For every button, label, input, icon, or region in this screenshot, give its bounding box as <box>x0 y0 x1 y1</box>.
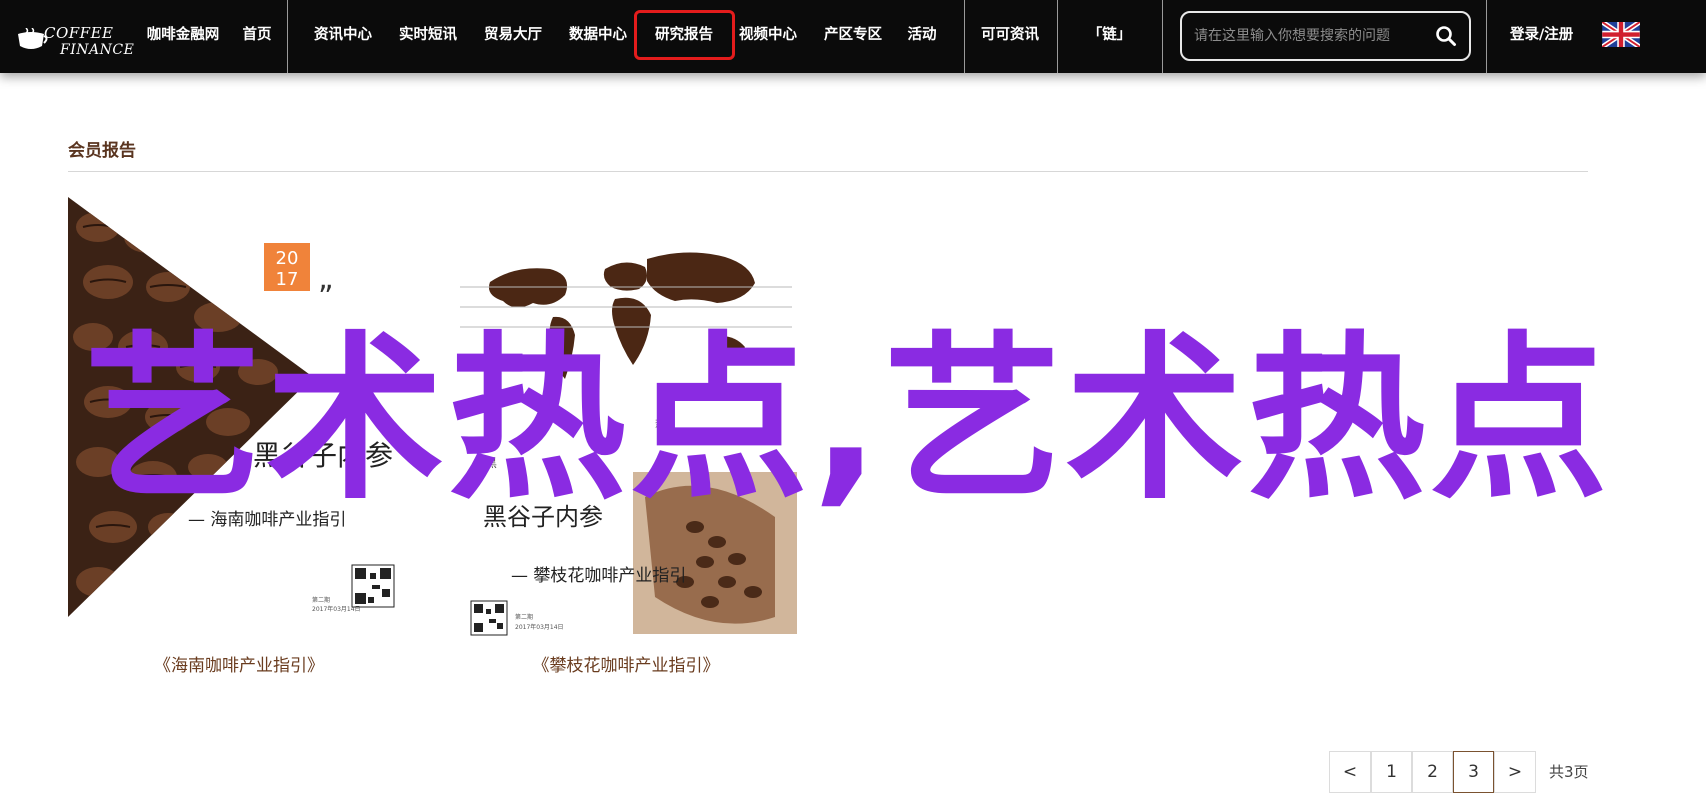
nav-item-trade-hall[interactable]: 贸易大厅 <box>481 0 545 73</box>
nav-item-events[interactable]: 活动 <box>905 0 939 73</box>
year-bottom: 17 <box>276 269 299 290</box>
search-icon[interactable] <box>1435 25 1457 47</box>
pagination-page-2[interactable]: 2 <box>1412 751 1453 793</box>
nav-item-coffee-finance[interactable]: 咖啡金融网 <box>144 0 222 73</box>
pagination-next-button[interactable]: > <box>1494 751 1536 793</box>
nav-item-research-reports[interactable]: 研究报告 <box>652 0 716 73</box>
cover-issue: 第二期 <box>312 596 330 604</box>
coffee-finance-logo[interactable]: COFFEE FINANCE <box>12 6 134 64</box>
nav-divider <box>1057 0 1058 73</box>
qr-code-icon <box>470 600 508 636</box>
overlay-watermark-text: 艺术热点,艺术热点 <box>84 316 1612 523</box>
nav-divider <box>964 0 965 73</box>
nav-item-data-center[interactable]: 数据中心 <box>566 0 630 73</box>
report-caption[interactable]: 《海南咖啡产业指引》 <box>68 651 410 676</box>
pagination-total: 共3页 <box>1549 763 1589 781</box>
coffee-cup-icon <box>18 28 48 49</box>
pagination-prev-button[interactable]: < <box>1329 751 1371 793</box>
top-navigation-bar: COFFEE FINANCE 咖啡金融网 首页 资讯中心 实时短讯 贸易大厅 数… <box>0 0 1706 73</box>
nav-divider <box>1162 0 1163 73</box>
section-divider <box>68 171 1588 172</box>
nav-divider <box>287 0 288 73</box>
cover-date: 2017年03月14日 <box>515 623 564 631</box>
cover-date: 2017年03月14日 <box>312 605 361 613</box>
nav-item-video-center[interactable]: 视频中心 <box>736 0 800 73</box>
section-title: 会员报告 <box>68 141 136 161</box>
nav-item-news-center[interactable]: 资讯中心 <box>311 0 375 73</box>
nav-item-flash-news[interactable]: 实时短讯 <box>396 0 460 73</box>
quote-mark: ” <box>318 280 334 315</box>
cover-subtitle: — 攀枝花咖啡产业指引 <box>511 566 686 586</box>
nav-item-origin-zone[interactable]: 产区专区 <box>821 0 885 73</box>
nav-item-chain[interactable]: 「链」 <box>1087 0 1132 73</box>
search-box <box>1180 11 1471 61</box>
report-caption[interactable]: 《攀枝花咖啡产业指引》 <box>455 651 797 676</box>
logo-text-coffee: COFFEE <box>44 24 114 42</box>
logo-text-finance: FINANCE <box>60 42 135 58</box>
pagination-page-3-current[interactable]: 3 <box>1453 751 1494 793</box>
uk-flag-icon[interactable] <box>1602 22 1640 47</box>
nav-item-home[interactable]: 首页 <box>236 0 278 73</box>
year-top: 20 <box>276 248 299 269</box>
nav-divider <box>1486 0 1487 73</box>
pagination-page-1[interactable]: 1 <box>1371 751 1412 793</box>
qr-code-icon <box>351 564 395 608</box>
nav-item-cocoa-news[interactable]: 可可资讯 <box>978 0 1042 73</box>
search-input[interactable] <box>1194 25 1424 47</box>
login-register-link[interactable]: 登录/注册 <box>1510 0 1573 73</box>
cover-issue: 第二期 <box>515 613 533 621</box>
